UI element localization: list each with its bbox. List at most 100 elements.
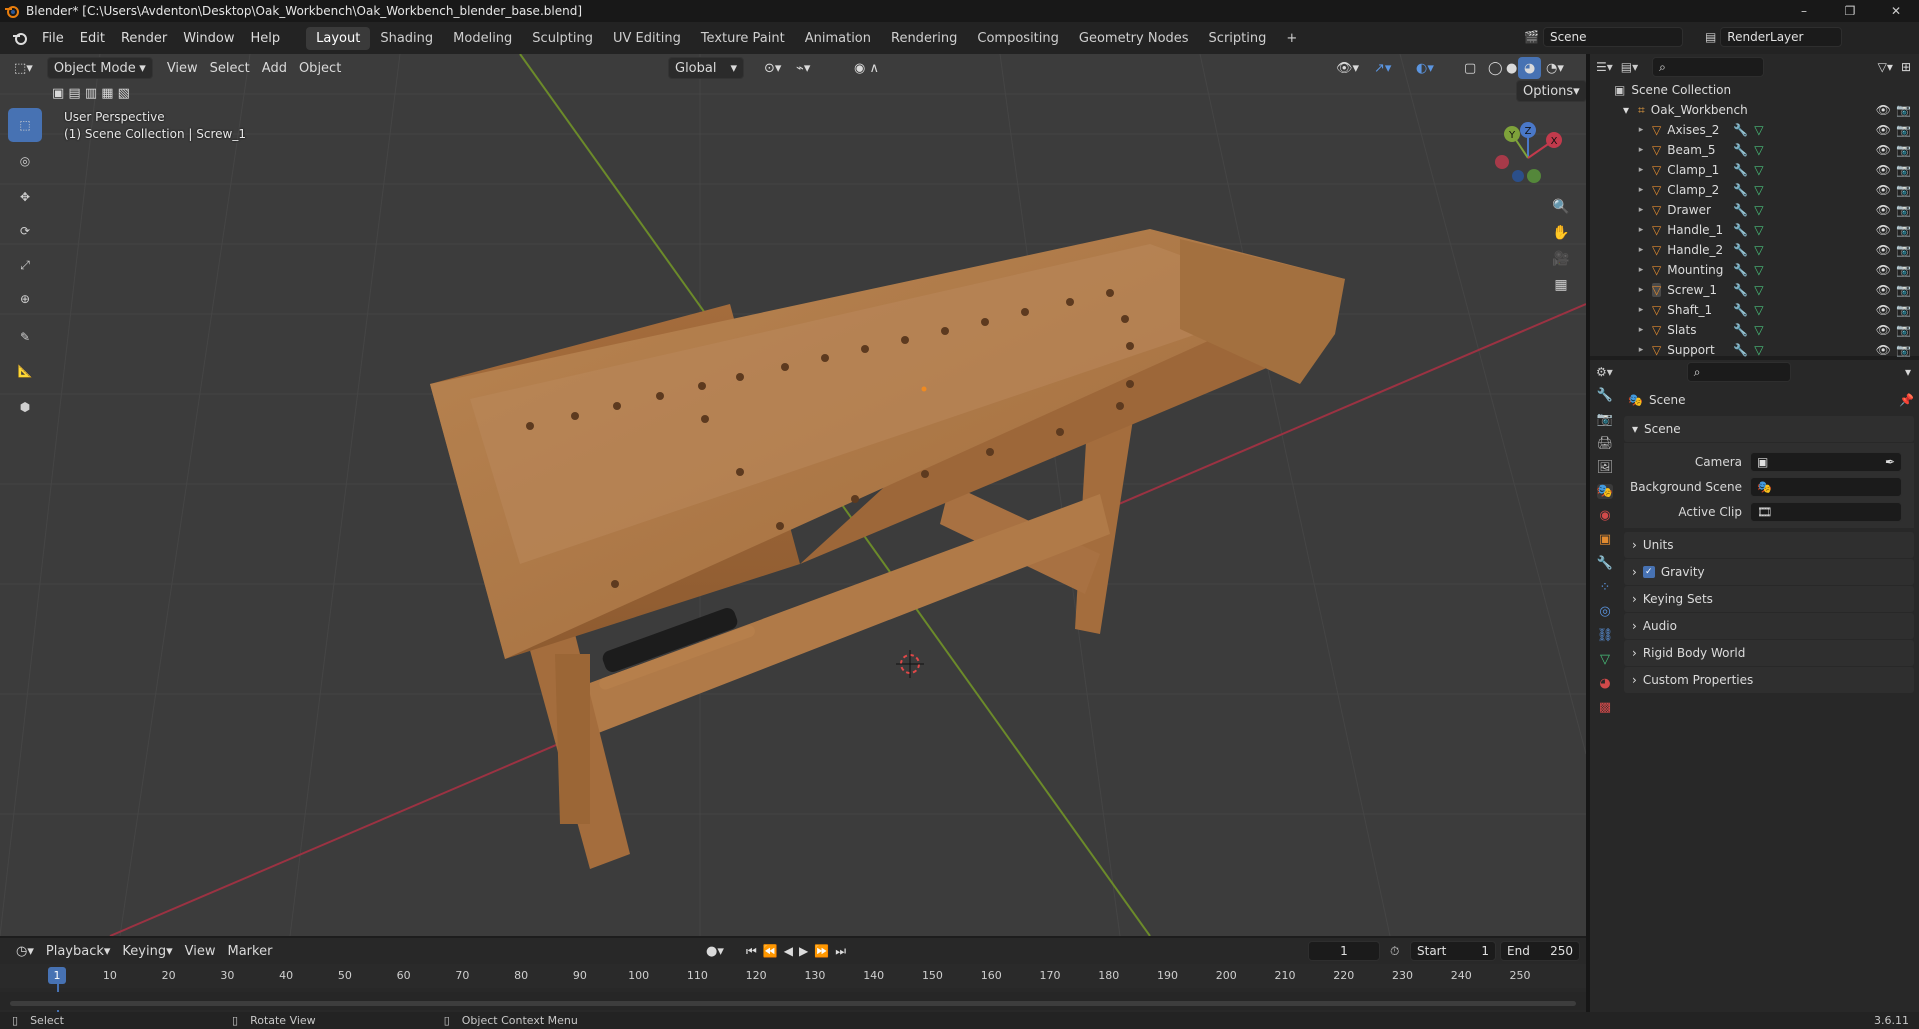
render-camera-icon[interactable]: 📷 xyxy=(1896,103,1911,117)
particles-tab-icon[interactable]: ⁘ xyxy=(1600,580,1611,595)
proportional-edit-icon[interactable]: ◉ ∧ xyxy=(848,57,885,79)
timeline-track-area[interactable] xyxy=(0,992,1586,1010)
eye-icon[interactable]: 👁 xyxy=(1876,183,1891,197)
physics-tab-icon[interactable]: ◎ xyxy=(1599,604,1610,619)
add-workspace-button[interactable]: + xyxy=(1276,27,1307,50)
jump-start-icon[interactable]: ⏮ xyxy=(746,944,757,959)
tab-compositing[interactable]: Compositing xyxy=(967,27,1069,50)
menu-add[interactable]: Add xyxy=(256,57,293,79)
material-tab-icon[interactable]: ◕ xyxy=(1599,676,1610,691)
outliner-collection-row[interactable]: ▾ ⌗ Oak_Workbench 👁 📷 xyxy=(1590,100,1919,120)
rotate-tool[interactable]: ⟳ xyxy=(8,214,42,248)
view-layer-icon[interactable]: ▤ xyxy=(1705,30,1716,44)
jump-end-icon[interactable]: ⏭ xyxy=(835,944,846,959)
menu-file[interactable]: File xyxy=(34,31,72,46)
perspective-grid-icon[interactable]: ▦ xyxy=(1548,272,1574,298)
expand-arrow-icon[interactable]: ▸ xyxy=(1636,205,1646,215)
tab-texture-paint[interactable]: Texture Paint xyxy=(691,27,795,50)
blender-menu-icon[interactable] xyxy=(6,30,34,46)
record-button[interactable]: ●▾ xyxy=(700,940,730,962)
outliner-object-row[interactable]: ▸ ▽ Axises_2 🔧 ▽ 👁 📷 xyxy=(1590,120,1919,140)
panel-header-gravity[interactable]: › ✓ Gravity xyxy=(1624,559,1914,585)
outliner-scene-collection-row[interactable]: ▣ Scene Collection xyxy=(1590,80,1919,100)
object-tab-icon[interactable]: ▣ xyxy=(1599,532,1611,547)
xray-icon[interactable]: ▢ xyxy=(1458,57,1482,79)
tab-geometry-nodes[interactable]: Geometry Nodes xyxy=(1069,27,1199,50)
outliner-object-row[interactable]: ▸ ▽ Screw_1 🔧 ▽ 👁 📷 xyxy=(1590,280,1919,300)
clock-icon[interactable]: ⏱ xyxy=(1390,944,1399,959)
properties-editor-type-icon[interactable]: ⚙▾ xyxy=(1596,365,1613,379)
collapse-arrow-icon[interactable]: ▾ xyxy=(1620,103,1632,117)
3d-cursor[interactable] xyxy=(896,650,924,678)
material-shading-icon[interactable]: ◕ xyxy=(1518,57,1542,79)
play-reverse-icon[interactable]: ◀ xyxy=(784,944,793,959)
move-tool[interactable]: ✥ xyxy=(8,180,42,214)
playhead[interactable]: 1 xyxy=(48,967,66,984)
eye-icon[interactable]: 👁 xyxy=(1876,203,1891,217)
eye-icon[interactable]: 👁 xyxy=(1876,143,1891,157)
eyedropper-icon[interactable]: ✒ xyxy=(1885,455,1895,469)
new-collection-icon[interactable]: ⊞ xyxy=(1901,60,1911,74)
transform-tool[interactable]: ⊕ xyxy=(8,282,42,316)
maximize-button[interactable]: ❐ xyxy=(1827,0,1873,22)
next-keyframe-icon[interactable]: ⏩ xyxy=(814,944,829,959)
outliner-object-row[interactable]: ▸ ▽ Clamp_1 🔧 ▽ 👁 📷 xyxy=(1590,160,1919,180)
tab-shading[interactable]: Shading xyxy=(370,27,443,50)
object-mode-dropdown[interactable]: Object Mode ▾ xyxy=(46,57,153,79)
outliner-object-row[interactable]: ▸ ▽ Slats 🔧 ▽ 👁 📷 xyxy=(1590,320,1919,340)
viewport-scene[interactable] xyxy=(0,54,1586,936)
view-layer-tab-icon[interactable]: 🖼 xyxy=(1597,460,1614,475)
tab-sculpting[interactable]: Sculpting xyxy=(522,27,603,50)
view-layer-selector[interactable]: RenderLayer xyxy=(1720,27,1843,47)
eye-icon[interactable]: 👁 xyxy=(1876,283,1891,297)
tab-animation[interactable]: Animation xyxy=(795,27,881,50)
eye-icon[interactable]: 👁 xyxy=(1876,323,1891,337)
outliner-object-row[interactable]: ▸ ▽ Drawer 🔧 ▽ 👁 📷 xyxy=(1590,200,1919,220)
chevron-down-icon[interactable]: ▾ xyxy=(1905,365,1911,379)
cursor-tool[interactable]: ◎ xyxy=(8,144,42,178)
render-camera-icon[interactable]: 📷 xyxy=(1896,323,1911,337)
pivot-icon[interactable]: ⊙▾ xyxy=(758,57,787,79)
measure-tool[interactable]: 📐 xyxy=(8,354,42,388)
expand-arrow-icon[interactable]: ▸ xyxy=(1636,345,1646,355)
workbench-model[interactable] xyxy=(430,229,1345,869)
render-camera-icon[interactable]: 📷 xyxy=(1896,143,1911,157)
render-camera-icon[interactable]: 📷 xyxy=(1896,283,1911,297)
menu-object[interactable]: Object xyxy=(293,57,347,79)
options-button[interactable]: Options ▾ xyxy=(1516,80,1586,102)
tab-rendering[interactable]: Rendering xyxy=(881,27,967,50)
orientation-dropdown[interactable]: Global ▾ xyxy=(668,57,744,79)
prev-keyframe-icon[interactable]: ⏪ xyxy=(763,944,778,959)
3d-viewport[interactable]: ⬚▾ Object Mode ▾ View Select Add Object G… xyxy=(0,54,1586,936)
camera-field[interactable]: ▣ ✒ xyxy=(1750,451,1902,472)
data-tab-icon[interactable]: ▽ xyxy=(1600,652,1610,667)
menu-marker[interactable]: Marker xyxy=(221,940,278,962)
panel-header-audio[interactable]: › Audio xyxy=(1624,613,1914,639)
tab-uv-editing[interactable]: UV Editing xyxy=(603,27,691,50)
world-tab-icon[interactable]: ◉ xyxy=(1599,508,1610,523)
overlay-toggle-icon[interactable]: ◐▾ xyxy=(1410,57,1440,79)
eye-icon[interactable]: 👁 xyxy=(1876,243,1891,257)
render-camera-icon[interactable]: 📷 xyxy=(1896,343,1911,357)
scene-tab-icon[interactable]: 🎭 xyxy=(1596,484,1614,499)
outliner-object-row[interactable]: ▸ ▽ Shaft_1 🔧 ▽ 👁 📷 xyxy=(1590,300,1919,320)
start-frame-field[interactable]: Start 1 xyxy=(1410,941,1496,961)
render-camera-icon[interactable]: 📷 xyxy=(1896,123,1911,137)
eye-icon[interactable]: 👁 xyxy=(1876,103,1891,117)
expand-arrow-icon[interactable]: ▸ xyxy=(1636,265,1646,275)
outliner-object-row[interactable]: ▸ ▽ Handle_2 🔧 ▽ 👁 📷 xyxy=(1590,240,1919,260)
expand-arrow-icon[interactable]: ▸ xyxy=(1636,225,1646,235)
expand-arrow-icon[interactable]: ▸ xyxy=(1636,185,1646,195)
eye-icon[interactable]: 👁 xyxy=(1876,223,1891,237)
menu-playback[interactable]: Playback ▾ xyxy=(40,940,117,962)
panel-header-units[interactable]: › Units xyxy=(1624,532,1914,558)
render-camera-icon[interactable]: 📷 xyxy=(1896,183,1911,197)
minimize-button[interactable]: – xyxy=(1781,0,1827,22)
frame-ruler[interactable]: 1 10 20 30 40 50 60 70 80 90 100 110 120 130 140 150 160… xyxy=(0,964,1586,1012)
panel-header-custom-properties[interactable]: › Custom Properties xyxy=(1624,667,1914,693)
eye-icon[interactable]: 👁 xyxy=(1876,343,1891,357)
outliner-object-row[interactable]: ▸ ▽ Beam_5 🔧 ▽ 👁 📷 xyxy=(1590,140,1919,160)
properties-search-input[interactable]: ⌕ xyxy=(1686,362,1791,382)
render-camera-icon[interactable]: 📷 xyxy=(1896,243,1911,257)
eye-icon[interactable]: 👁 xyxy=(1876,163,1891,177)
